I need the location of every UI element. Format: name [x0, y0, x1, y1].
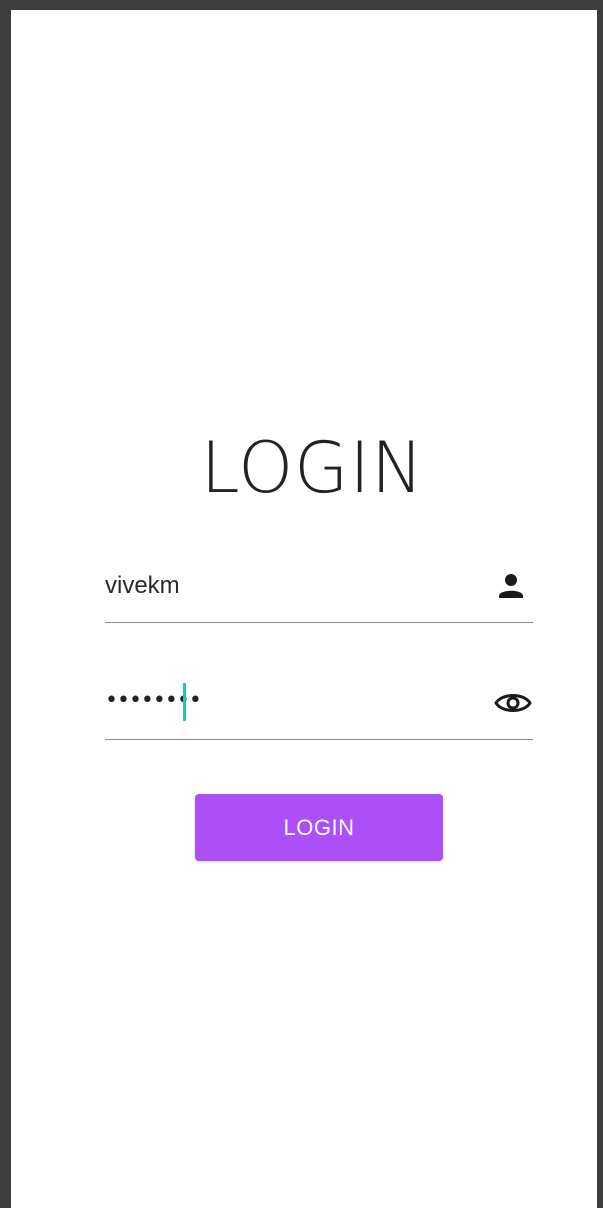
username-field[interactable]: vivekm: [105, 562, 533, 623]
login-button[interactable]: LOGIN: [195, 794, 443, 861]
password-input[interactable]: ••••••••: [105, 683, 202, 719]
password-field[interactable]: ••••••••: [105, 679, 533, 740]
text-cursor: [183, 683, 186, 721]
eye-icon[interactable]: [493, 685, 532, 721]
username-input[interactable]: vivekm: [105, 570, 180, 602]
device-frame: LOGIN vivekm •••••••• LOGIN: [0, 0, 603, 1208]
person-icon: [493, 568, 529, 604]
page-title: LOGIN: [200, 427, 425, 509]
